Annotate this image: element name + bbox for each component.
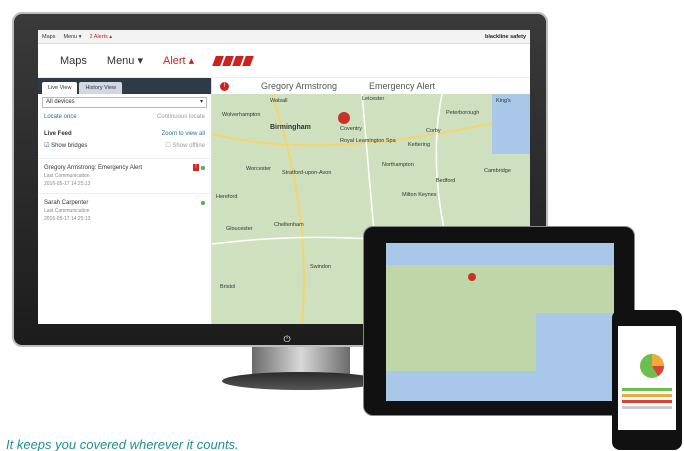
locate-row: Locate once Continuous locate: [38, 111, 211, 123]
sidebar: Live View History View All devices ▾ Loc…: [38, 78, 212, 324]
map-label: Birmingham: [270, 124, 311, 131]
alert-header: ! Gregory Armstrong Emergency Alert: [212, 78, 530, 94]
map-label: Cheltenham: [274, 222, 304, 228]
view-tabs: Live View History View: [38, 78, 211, 94]
filters-row: ☑ Show bridges ☐ Show offline: [38, 139, 211, 152]
status-dot: [201, 166, 205, 170]
strip-menu[interactable]: Menu ▾: [63, 34, 81, 40]
map-label: Walsall: [270, 98, 288, 104]
nav-alert[interactable]: Alert ▴: [163, 54, 194, 67]
tab-history-view[interactable]: History View: [79, 82, 122, 94]
power-icon[interactable]: ⏻: [282, 334, 292, 344]
phone: [612, 310, 682, 450]
monitor-stand: [252, 347, 350, 375]
nav-menu[interactable]: Menu ▾: [107, 54, 143, 67]
continuous-locate-link[interactable]: Continuous locate: [157, 114, 205, 120]
tablet: [363, 226, 635, 416]
map-label: Leicester: [362, 96, 385, 102]
map-label: Hereford: [216, 194, 238, 200]
map-label: Northampton: [382, 162, 414, 168]
alert-pin-icon: !: [220, 81, 229, 91]
tablet-map: [386, 243, 614, 401]
tablet-map-shapes: [386, 243, 614, 401]
live-feed-header: Live Feed Zoom to view all: [38, 123, 211, 139]
alert-icon: !: [193, 164, 199, 171]
top-strip: Maps Menu ▾ 2 Alerts ▴ blackline safety: [38, 30, 530, 44]
entry-sub2: 2016-05-17 14:25:13: [44, 216, 91, 222]
map-label: King's: [496, 98, 511, 104]
main-nav: Maps Menu ▾ Alert ▴: [38, 44, 530, 78]
map-label: Bristol: [220, 284, 236, 290]
show-bridges-label: Show bridges: [51, 143, 88, 149]
nav-maps[interactable]: Maps: [60, 55, 87, 67]
map-label: Bedford: [436, 178, 456, 184]
show-bridges-checkbox[interactable]: ☑ Show bridges: [44, 142, 87, 149]
brand-logo-text: blackline safety: [485, 33, 526, 40]
location-pin-icon[interactable]: [338, 112, 350, 124]
map-label: Wolverhampton: [222, 112, 261, 118]
chevron-down-icon: ▾: [199, 99, 203, 105]
map-label: Cambridge: [484, 168, 511, 174]
devices-select-value: All devices: [46, 99, 75, 105]
devices-select[interactable]: All devices ▾: [42, 97, 207, 108]
entry-name: Gregory Armstrong: Emergency Alert: [44, 165, 143, 171]
caption: It keeps you covered wherever it counts.: [6, 437, 239, 451]
tab-live-view[interactable]: Live View: [42, 82, 78, 94]
map-label: Peterborough: [446, 110, 480, 116]
phone-screen: [618, 326, 676, 430]
entry-name: Sarah Carpenter: [44, 200, 89, 206]
status-dot: [201, 201, 205, 205]
alert-person: Gregory Armstrong: [261, 81, 338, 91]
entry-sub1: Last Communication: [44, 208, 90, 214]
map-label: Milton Keynes: [402, 192, 437, 198]
show-offline-checkbox[interactable]: ☐ Show offline: [165, 142, 205, 149]
map-label: Coventry: [340, 126, 363, 132]
show-offline-label: Show offline: [172, 143, 205, 149]
entry-sub1: Last Communication: [44, 173, 90, 179]
map-label: Stratford-upon-Avon: [282, 170, 332, 176]
phone-chart: [622, 354, 672, 409]
map-label: Kettering: [408, 142, 431, 148]
monitor-base: [222, 372, 380, 390]
map-label: Swindon: [310, 264, 332, 270]
alert-status: Emergency Alert: [369, 81, 436, 91]
entry-sub2: 2016-05-17 14:25:13: [44, 181, 91, 187]
zoom-all-link[interactable]: Zoom to view all: [162, 131, 205, 137]
map-label: Gloucester: [226, 226, 253, 232]
strip-maps[interactable]: Maps: [42, 34, 55, 40]
map-label: Corby: [426, 128, 441, 134]
locate-once-link[interactable]: Locate once: [44, 114, 77, 120]
location-pin-icon: [468, 273, 476, 281]
map-label: Royal Leamington Spa: [340, 138, 396, 144]
list-item[interactable]: Sarah Carpenter Last Communication 2016-…: [38, 193, 211, 228]
map-label: Worcester: [246, 166, 271, 172]
device-mockup: Maps Menu ▾ 2 Alerts ▴ blackline safety …: [0, 0, 684, 451]
strip-alerts[interactable]: 2 Alerts ▴: [90, 34, 113, 40]
alert-stripes-icon: [212, 55, 255, 66]
list-item[interactable]: Gregory Armstrong: Emergency Alert Last …: [38, 158, 211, 193]
live-feed-title: Live Feed: [44, 131, 72, 137]
